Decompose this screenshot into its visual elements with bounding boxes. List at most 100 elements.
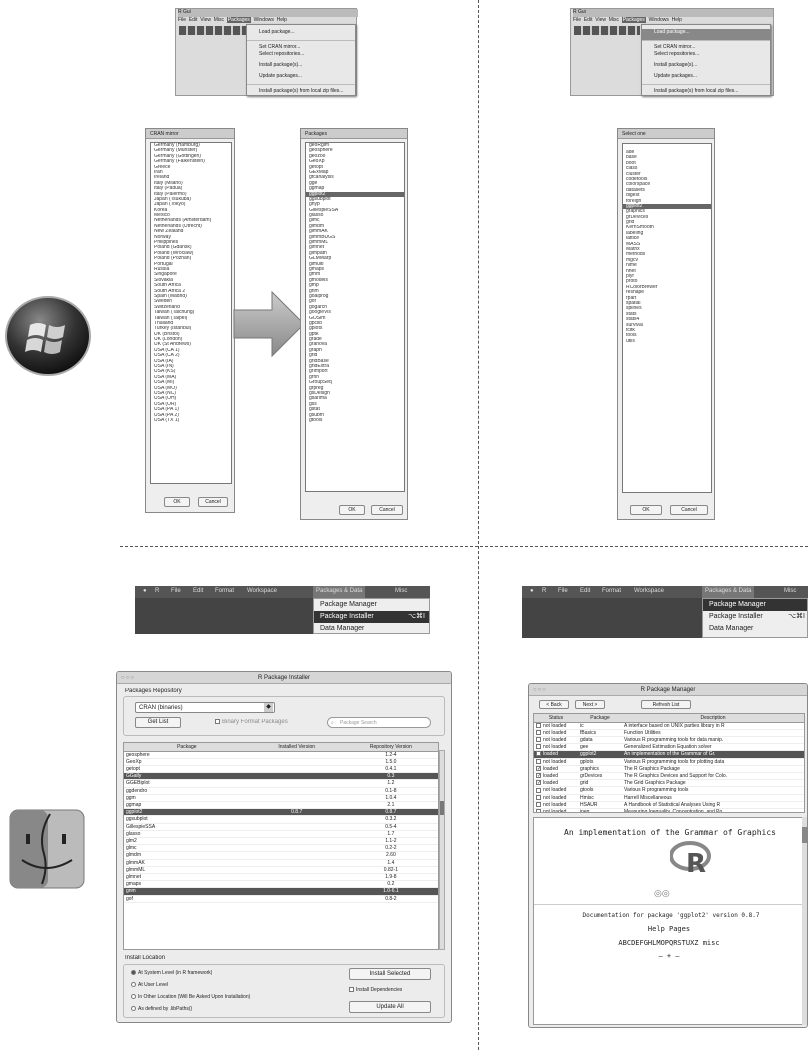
table-row[interactable]: glm2 1.1-2 [124, 837, 438, 846]
status-cell[interactable]: ✓ loaded [534, 750, 578, 759]
install-dependencies-checkbox[interactable]: Install Dependencies [349, 987, 402, 993]
install-local-zip-item[interactable]: Install package(s) from local zip files.… [642, 84, 770, 95]
repo-select[interactable]: CRAN (binaries) ◆ [135, 702, 275, 713]
col-repo-version[interactable]: Repository Version [343, 743, 438, 752]
menu-format[interactable]: Format [215, 586, 234, 634]
forward-button[interactable]: Next > [575, 700, 605, 709]
table-row[interactable]: not loaded ic A interface based on UNIX pa… [534, 722, 804, 730]
load-checkbox[interactable] [536, 809, 541, 812]
menu-misc[interactable]: Misc [609, 17, 619, 23]
table-row[interactable]: glasso 1.7 [124, 830, 438, 838]
ok-button[interactable]: OK [630, 505, 662, 515]
status-cell[interactable]: ✓ loaded [534, 765, 578, 773]
status-cell[interactable]: not loaded [534, 743, 578, 752]
load-checkbox[interactable]: ✓ [536, 780, 541, 786]
table-row[interactable]: ✓ loaded grDevices The R Graphics Devices a… [534, 772, 804, 781]
menu-file[interactable]: File [558, 586, 568, 638]
ok-button[interactable]: OK [339, 505, 365, 515]
menu-packages[interactable]: Packages [226, 17, 251, 23]
menu-help[interactable]: Help [672, 17, 682, 23]
load-checkbox[interactable] [536, 794, 541, 800]
location-other-radio[interactable]: In Other Location (Will Be Asked Upon In… [131, 994, 250, 1000]
table-row[interactable]: not loaded gee Generalized Estimation Equa… [534, 743, 804, 752]
refresh-list-button[interactable]: Refresh List [641, 700, 691, 709]
menu-file[interactable]: File [171, 586, 181, 634]
table-row[interactable]: ggm 1.0.4 [124, 794, 438, 802]
table-row[interactable]: not loaded fBasics Function Utilities [534, 729, 804, 737]
menu-workspace[interactable]: Workspace [634, 586, 664, 638]
cran-mirror-item[interactable]: USA (TX 1) [151, 418, 231, 423]
menu-file[interactable]: File [573, 17, 581, 23]
package-item[interactable]: gtools [306, 418, 404, 423]
menu-packages[interactable]: Packages [621, 17, 646, 23]
table-row[interactable]: glmdm 2.60 [124, 851, 438, 860]
package-installer-item[interactable]: Package Installer ⌥⌘I [703, 611, 807, 623]
table-row[interactable]: glmmAK 1.4 [124, 859, 438, 867]
status-cell[interactable]: not loaded [534, 729, 578, 737]
menu-view[interactable]: View [200, 17, 211, 23]
package-manager-item[interactable]: Package Manager [703, 599, 807, 611]
load-checkbox[interactable] [536, 801, 541, 807]
load-checkbox[interactable] [536, 744, 541, 750]
load-checkbox[interactable] [536, 758, 541, 764]
apple-icon[interactable]: ● [143, 586, 147, 634]
table-row[interactable]: GeoXp 1.5.0 [124, 758, 438, 766]
load-package-item[interactable]: Load package... [642, 29, 770, 40]
status-cell[interactable]: not loaded [534, 786, 578, 795]
status-cell[interactable]: not loaded [534, 736, 578, 745]
col-installed[interactable]: Installed Version [249, 743, 344, 752]
status-cell[interactable]: not loaded [534, 722, 578, 730]
table-row[interactable]: gnm 1.0-6.1 [124, 887, 438, 896]
packages-list[interactable]: geoRglm geosphere geozoo GeoXp getopt GExMap g… [305, 142, 405, 492]
table-row[interactable]: ggplot2 0.8.7 0.8.7 [124, 808, 438, 817]
menu-edit[interactable]: Edit [584, 17, 593, 23]
table-row[interactable]: glmc 0.2-2 [124, 844, 438, 853]
location-system-radio[interactable]: At System Level (in R framework) [131, 970, 212, 976]
table-row[interactable]: GGEBiplot 1.2 [124, 779, 438, 788]
select-one-list[interactable]: ade base boot class cluster codetools colorspa… [622, 143, 712, 493]
cancel-button[interactable]: Cancel [198, 497, 228, 507]
window-controls[interactable]: ○○○ [533, 687, 547, 693]
table-row[interactable]: gmaps 0.2 [124, 880, 438, 889]
installer-table[interactable]: Package Installed Version Repository Ver… [123, 742, 439, 950]
window-controls[interactable]: ○○○ [121, 675, 135, 681]
scrollbar[interactable] [802, 817, 807, 1025]
load-checkbox[interactable]: ✓ [536, 765, 541, 771]
status-cell[interactable]: not loaded [534, 758, 578, 766]
table-row[interactable]: not loaded gdata Various R programming too… [534, 736, 804, 745]
table-row[interactable]: not loaded HSAUR A Handbook of Statistical… [534, 801, 804, 809]
package-installer-item[interactable]: Package Installer ⌥⌘I [314, 611, 429, 623]
table-row[interactable]: not loaded gplots Various R programming to… [534, 758, 804, 766]
col-package[interactable]: Package [578, 714, 622, 723]
table-row[interactable]: not loaded ineq Measuring Inequality, Conc… [534, 808, 804, 812]
table-row[interactable]: ✓ loaded grid The Grid Graphics Package [534, 779, 804, 788]
table-row[interactable]: gof 0.8-2 [124, 895, 438, 903]
table-row[interactable]: ✓ loaded graphics The R Graphics Package [534, 765, 804, 773]
menu-view[interactable]: View [595, 17, 606, 23]
install-packages-item[interactable]: Install package(s)... [642, 62, 770, 73]
status-cell[interactable]: not loaded [534, 801, 578, 809]
load-checkbox[interactable] [536, 787, 541, 793]
menu-edit[interactable]: Edit [580, 586, 590, 638]
col-package[interactable]: Package [124, 743, 250, 752]
set-cran-mirror-item[interactable]: Set CRAN mirror... [247, 40, 355, 51]
binary-format-checkbox[interactable]: Binary Format Packages [215, 719, 288, 726]
status-cell[interactable]: ✓ loaded [534, 779, 578, 788]
install-local-zip-item[interactable]: Install package(s) from local zip files.… [247, 84, 355, 95]
menu-help[interactable]: Help [277, 17, 287, 23]
data-manager-item[interactable]: Data Manager [314, 623, 429, 635]
table-row[interactable]: getopt 0.4.1 [124, 765, 438, 774]
apple-icon[interactable]: ● [530, 586, 534, 638]
table-row[interactable]: not loaded Hmisc Harrell Miscellaneous [534, 794, 804, 802]
select-one-item[interactable]: utils [623, 339, 711, 344]
menu-windows[interactable]: Windows [254, 17, 274, 23]
load-checkbox[interactable]: ✓ [536, 773, 541, 779]
manager-table[interactable]: Status Package Description not loaded ic A… [533, 713, 805, 813]
menu-file[interactable]: File [178, 17, 186, 23]
table-row[interactable]: ggdendro 0.1-8 [124, 787, 438, 795]
select-repositories-item[interactable]: Select repositories... [642, 51, 770, 62]
table-row[interactable]: not loaded gtools Various R programming to… [534, 786, 804, 795]
table-row[interactable]: ggmap 2.1 [124, 801, 438, 810]
menu-format[interactable]: Format [602, 586, 621, 638]
table-row[interactable]: geosphere 1.2-4 [124, 751, 438, 759]
